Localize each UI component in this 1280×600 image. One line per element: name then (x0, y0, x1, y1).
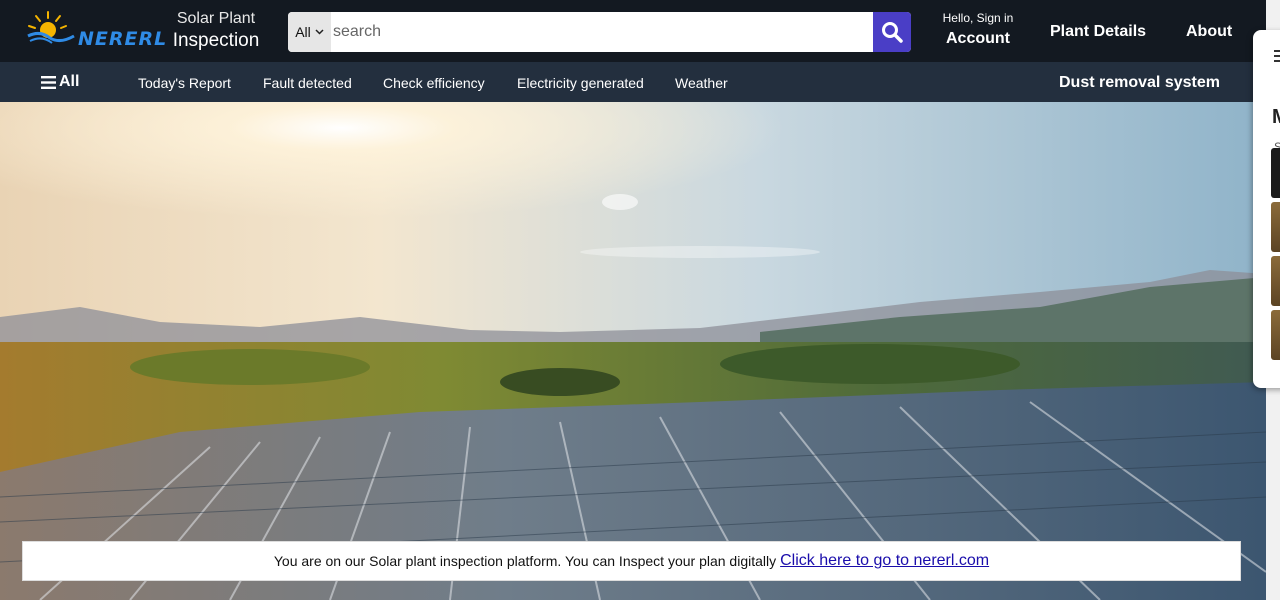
panel-tile[interactable] (1271, 202, 1280, 252)
banner-link[interactable]: Click here to go to nererl.com (780, 552, 989, 570)
account-label: Account (946, 30, 1010, 48)
subnav-fault-detected[interactable]: Fault detected (263, 75, 352, 91)
brand-line2: Inspection (172, 29, 260, 51)
subnav-weather[interactable]: Weather (675, 75, 728, 91)
search-category-label: All (295, 24, 311, 40)
subnav-dust-removal[interactable]: Dust removal system (1059, 74, 1220, 92)
side-panel[interactable]: M S (1253, 30, 1280, 388)
info-banner: You are on our Solar plant inspection pl… (22, 541, 1241, 581)
top-header: NERERL Solar Plant Inspection All Hello,… (0, 0, 1266, 62)
brand-title: Solar Plant Inspection (160, 10, 272, 51)
panel-menu-icon[interactable] (1274, 50, 1280, 65)
chevron-down-icon (315, 29, 324, 35)
hamburger-menu-icon (41, 75, 56, 89)
all-menu-button[interactable]: All (41, 73, 79, 91)
panel-tile[interactable] (1271, 148, 1280, 198)
subnav-todays-report[interactable]: Today's Report (138, 75, 231, 91)
banner-text: You are on our Solar plant inspection pl… (273, 553, 777, 569)
brand-line1: Solar Plant (176, 10, 256, 27)
subnav-electricity-generated[interactable]: Electricity generated (517, 75, 644, 91)
panel-tile[interactable] (1271, 310, 1280, 360)
solar-field-illustration (0, 102, 1266, 600)
search-category-select[interactable]: All (288, 12, 331, 52)
search-input[interactable] (331, 12, 873, 52)
subnav-check-efficiency[interactable]: Check efficiency (383, 75, 485, 91)
search-icon (882, 22, 903, 43)
nav-plant-details[interactable]: Plant Details (1050, 23, 1146, 41)
nav-about[interactable]: About (1186, 23, 1232, 41)
panel-heading: M (1272, 106, 1280, 129)
hero-image (0, 102, 1266, 600)
logo-text: NERERL (78, 28, 168, 50)
search-bar: All (288, 12, 911, 52)
logo[interactable]: NERERL (26, 10, 166, 54)
search-button[interactable] (873, 12, 911, 52)
account-greeting: Hello, Sign in (942, 11, 1014, 25)
all-menu-label: All (59, 73, 80, 90)
account-menu[interactable]: Hello, Sign in Account (936, 11, 1020, 48)
sub-navigation: All Today's Report Fault detected Check … (0, 62, 1266, 102)
panel-tile[interactable] (1271, 256, 1280, 306)
